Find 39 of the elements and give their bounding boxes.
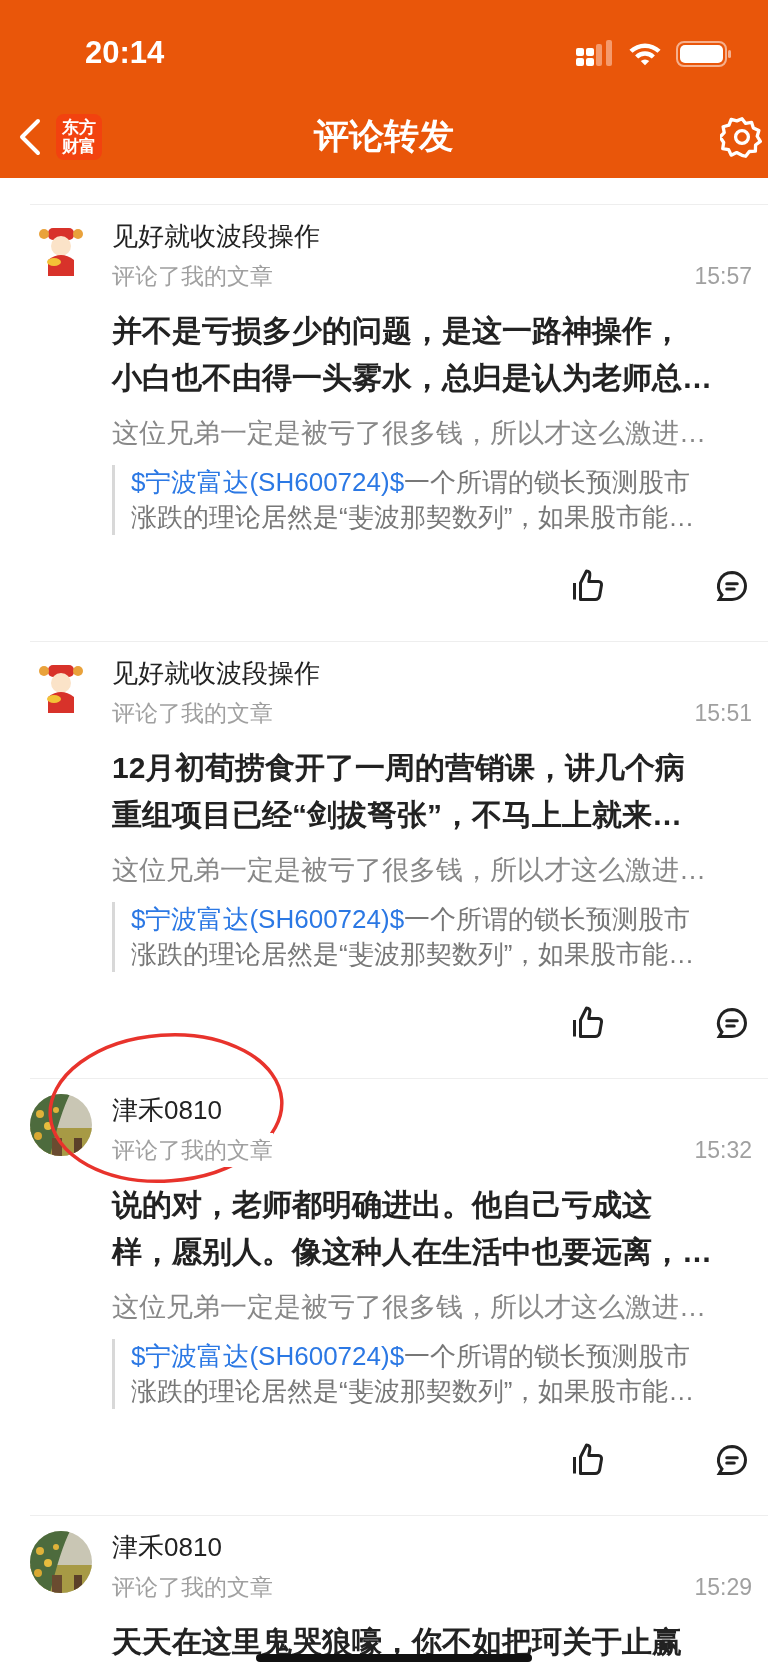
stock-link[interactable]: $宁波富达(SH600724)$ [131,465,405,500]
thumbs-up-icon[interactable] [570,1442,606,1478]
signal-icon [576,39,614,68]
comment-text[interactable]: 12月初荀捞食开了一周的营销课，讲几个病 重组项目已经“剑拔弩张”，不马上上就来… [112,744,752,838]
app-logo[interactable]: 东方 财富 [56,113,102,160]
user-name[interactable]: 津禾0810 [112,1530,222,1564]
reply-text: 这位兄弟一定是被亏了很多钱，所以才这么激进… [112,1291,707,1324]
comment-text[interactable]: 说的对，老师都明确进出。他自己亏成这 样，愿别人。像这种人在生活中也要远离，… [112,1181,752,1275]
page-title: 评论转发 [314,115,454,158]
thumbs-up-icon[interactable] [570,1005,606,1041]
battery-icon [676,40,732,67]
logo-text: 财富 [62,136,96,156]
reply-text: 这位兄弟一定是被亏了很多钱，所以才这么激进… [112,417,707,450]
comment-icon[interactable] [714,1442,750,1478]
quote-text: 一个所谓的锁长预测股市 [404,466,691,499]
comment-text[interactable]: 并不是亏损多少的问题，是这一路神操作， 小白也不由得一头雾水，总归是认为老师总… [112,307,752,401]
settings-icon[interactable] [720,114,764,159]
quote-text: 涨跌的理论居然是“斐波那契数列”，如果股市能… [131,501,696,534]
quote-text: 一个所谓的锁长预测股市 [404,903,691,936]
comment-time: 15:51 [694,698,752,728]
user-name[interactable]: 见好就收波段操作 [112,219,320,253]
reply-text: 这位兄弟一定是被亏了很多钱，所以才这么激进… [112,854,707,887]
comment-icon[interactable] [714,568,750,604]
comment-time: 15:32 [694,1135,752,1165]
stock-link[interactable]: $宁波富达(SH600724)$ [131,1339,405,1374]
thumbs-up-icon[interactable] [570,568,606,604]
back-icon[interactable] [18,116,42,157]
comment-time: 15:29 [694,1572,752,1602]
comment-time: 15:57 [694,261,752,291]
logo-text: 东方 [62,117,96,137]
comment-icon[interactable] [714,1005,750,1041]
quote-text: 涨跌的理论居然是“斐波那契数列”，如果股市能… [131,1375,696,1408]
user-name[interactable]: 见好就收波段操作 [112,656,320,690]
stock-link[interactable]: $宁波富达(SH600724)$ [131,902,405,937]
action-label: 评论了我的文章 [112,1132,273,1168]
status-time: 20:14 [85,34,165,73]
quote-text: 一个所谓的锁长预测股市 [404,1340,691,1373]
user-name[interactable]: 津禾0810 [112,1093,222,1127]
quote-text: 涨跌的理论居然是“斐波那契数列”，如果股市能… [131,938,696,971]
